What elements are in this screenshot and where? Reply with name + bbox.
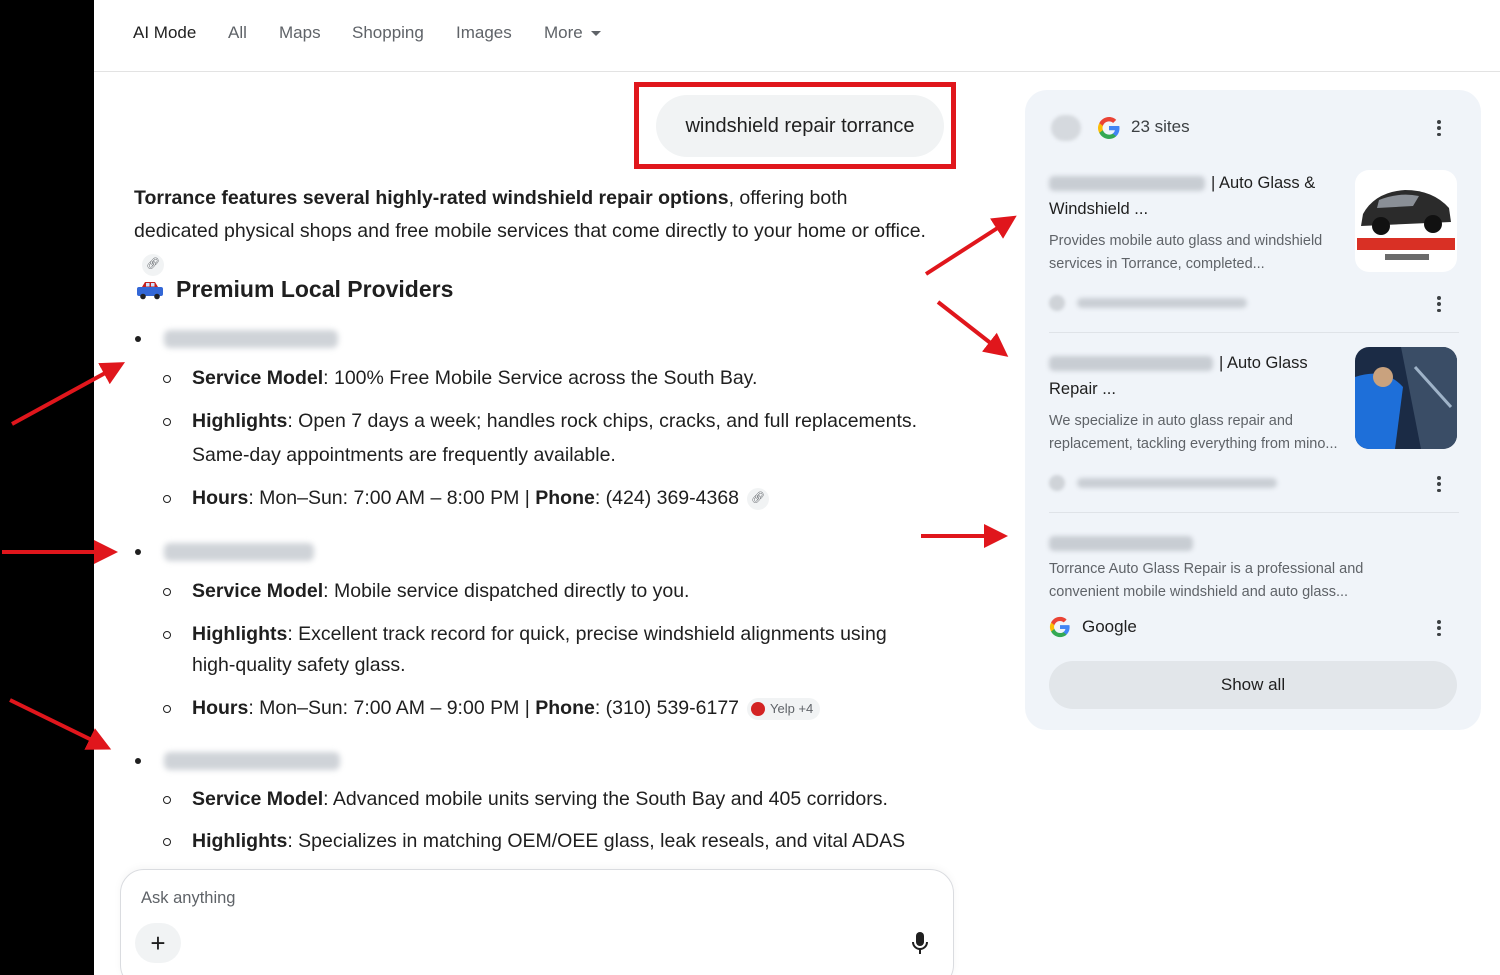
sub-bullet: [163, 495, 171, 503]
google-source[interactable]: Google: [1049, 616, 1137, 638]
source-title[interactable]: | Auto Glass Repair ...: [1049, 350, 1339, 402]
provider-1-service-model: Service Model: 100% Free Mobile Service …: [192, 367, 758, 389]
source-thumbnail: [1355, 170, 1457, 272]
source-more-icon[interactable]: [1437, 620, 1441, 636]
google-source-label: Google: [1082, 617, 1137, 636]
tab-shopping[interactable]: Shopping: [352, 23, 424, 43]
divider: [1049, 332, 1459, 333]
provider-2-service-model: Service Model: Mobile service dispatched…: [192, 580, 690, 602]
sources-panel: 23 sites | Auto Glass & Windshield ... Pr…: [1025, 90, 1481, 730]
source-card[interactable]: Torrance Auto Glass Repair is a professi…: [1049, 530, 1459, 610]
tab-ai-mode[interactable]: AI Mode: [133, 23, 196, 43]
tab-more[interactable]: More: [544, 23, 601, 43]
provider-name-redacted: [164, 330, 338, 348]
sub-bullet: [163, 588, 171, 596]
car-thumbnail-image: [1355, 170, 1457, 272]
sub-bullet: [163, 796, 171, 804]
yelp-icon: [751, 701, 766, 716]
technician-thumbnail-image: [1355, 347, 1457, 449]
source-thumbnail: [1355, 347, 1457, 449]
source-url-redacted: [1077, 478, 1277, 488]
source-card[interactable]: | Auto Glass & Windshield ... Provides mo…: [1049, 170, 1459, 312]
sub-bullet: [163, 838, 171, 846]
tab-all[interactable]: All: [228, 23, 247, 43]
source-name-redacted: [1049, 176, 1205, 192]
provider-name-redacted: [164, 543, 314, 561]
google-g-icon: [1098, 117, 1120, 139]
source-description: Provides mobile auto glass and windshiel…: [1049, 233, 1323, 272]
tab-images[interactable]: Images: [456, 23, 512, 43]
provider-2-highlights-cont: high-quality safety glass.: [192, 654, 406, 676]
ask-input-placeholder[interactable]: Ask anything: [141, 889, 235, 908]
answer-intro-bold: Torrance features several highly-rated w…: [134, 187, 729, 209]
provider-3-highlights: Highlights: Specializes in matching OEM/…: [192, 830, 906, 852]
source-url[interactable]: [1049, 475, 1277, 491]
caret-down-icon: [590, 31, 601, 37]
search-nav-bar: AI Mode All Maps Shopping Images More: [94, 0, 1500, 72]
answer-intro: Torrance features several highly-rated w…: [134, 182, 934, 281]
provider-3-service-model: Service Model: Advanced mobile units ser…: [192, 788, 888, 810]
source-chip-yelp[interactable]: Yelp +4: [747, 697, 821, 720]
source-title[interactable]: | Auto Glass & Windshield ...: [1049, 170, 1339, 222]
section-heading: Premium Local Providers: [136, 276, 453, 303]
source-url[interactable]: [1049, 295, 1247, 311]
provider-name-redacted: [164, 752, 340, 770]
provider-2-hours: Hours: Mon–Sun: 7:00 AM – 9:00 PM | Phon…: [192, 692, 821, 725]
show-all-button[interactable]: Show all: [1049, 661, 1457, 709]
provider-2-highlights: Highlights: Excellent track record for q…: [192, 623, 887, 645]
ai-mode-page: AI Mode All Maps Shopping Images More wi…: [94, 0, 1500, 975]
source-card[interactable]: | Auto Glass Repair ... We specialize in …: [1049, 347, 1459, 492]
source-more-icon[interactable]: [1437, 476, 1441, 492]
provider-bullet: [135, 336, 141, 342]
link-icon[interactable]: 🔗︎: [142, 253, 164, 276]
tab-maps[interactable]: Maps: [279, 23, 321, 43]
source-name-redacted: [1049, 536, 1193, 552]
provider-1-hours: Hours: Mon–Sun: 7:00 AM – 8:00 PM | Phon…: [192, 482, 770, 515]
provider-1-highlights: Highlights: Open 7 days a week; handles …: [192, 410, 918, 432]
source-description: We specialize in auto glass repair and r…: [1049, 413, 1338, 452]
car-icon: [137, 281, 163, 299]
sub-bullet: [163, 631, 171, 639]
source-name-redacted: [1049, 356, 1213, 372]
provider-bullet: [135, 549, 141, 555]
site-favicon: [1049, 295, 1065, 311]
divider: [1049, 512, 1459, 513]
add-plus-button[interactable]: +: [135, 923, 181, 963]
provider-1-highlights-cont: Same-day appointments are frequently ava…: [192, 444, 616, 466]
source-url-redacted: [1077, 298, 1247, 308]
source-description: Torrance Auto Glass Repair is a professi…: [1049, 561, 1364, 600]
source-more-icon[interactable]: [1437, 296, 1441, 312]
link-icon[interactable]: 🔗︎: [747, 487, 770, 510]
ask-input-box[interactable]: Ask anything +: [120, 869, 954, 975]
site-favicon: [1049, 475, 1065, 491]
sub-bullet: [163, 705, 171, 713]
sources-count: 23 sites: [1131, 117, 1190, 136]
panel-more-icon[interactable]: [1437, 120, 1441, 136]
site-favicon-stack: [1051, 115, 1081, 141]
annotation-arrow: [9, 698, 112, 750]
provider-bullet: [135, 758, 141, 764]
section-title: Premium Local Providers: [176, 276, 454, 302]
query-highlight-box: [634, 82, 956, 169]
sub-bullet: [163, 418, 171, 426]
tab-more-label: More: [544, 23, 583, 42]
microphone-icon[interactable]: [911, 931, 929, 955]
google-g-icon: [1049, 616, 1070, 638]
source-title[interactable]: [1049, 530, 1339, 556]
sub-bullet: [163, 375, 171, 383]
